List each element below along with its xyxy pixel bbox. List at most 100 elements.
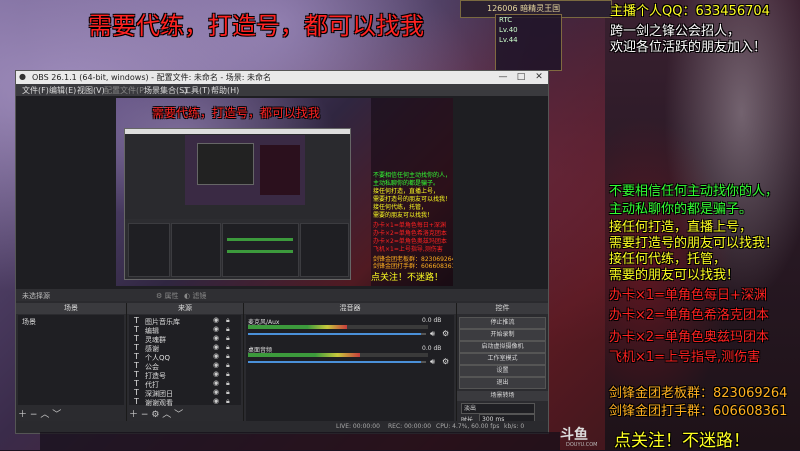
- nested-obs-window: [124, 128, 351, 280]
- source-row[interactable]: T 深渊团日 ◉ 🔒︎: [131, 388, 241, 398]
- obs-titlebar[interactable]: ● OBS 26.1.1 (64-bit, windows) - 配置文件: 未…: [16, 71, 548, 84]
- text-source-icon: T: [134, 325, 139, 334]
- minimize-icon[interactable]: —: [494, 71, 512, 84]
- source-row[interactable]: T 公会 ◉ 🔒︎: [131, 361, 241, 371]
- nested-text-panel: [260, 145, 300, 195]
- audio-meter-level: [248, 325, 347, 329]
- eye-icon[interactable]: ◉: [213, 388, 219, 396]
- volume-slider[interactable]: [248, 361, 426, 363]
- properties-button[interactable]: ⚙ 属性: [156, 291, 179, 301]
- eye-icon[interactable]: ◉: [213, 361, 219, 369]
- exit-button[interactable]: 退出: [459, 377, 546, 389]
- close-icon[interactable]: ✕: [530, 71, 548, 84]
- text-source-icon: T: [134, 397, 139, 406]
- move-down-icon[interactable]: ﹀: [174, 410, 183, 420]
- menu-profile[interactable]: 配置文件(P): [104, 85, 147, 96]
- text-source-icon: T: [134, 343, 139, 352]
- remove-icon[interactable]: −: [30, 410, 38, 420]
- nested-titlebar: [125, 129, 350, 134]
- guild-welcome: 欢迎各位活跃的朋友加入！: [610, 40, 767, 55]
- obs-menubar: 文件(F) 编辑(E) 视图(V) 配置文件(P) 场景集合(S) 工具(T) …: [16, 84, 548, 96]
- source-row[interactable]: T 代打 ◉ 🔒︎: [131, 379, 241, 389]
- scene-item[interactable]: 场景: [22, 317, 36, 327]
- obs-window[interactable]: ● OBS 26.1.1 (64-bit, windows) - 配置文件: 未…: [15, 70, 549, 434]
- source-toolbar: [16, 289, 548, 301]
- rec-timer: REC: 00:00:00: [388, 423, 432, 430]
- remove-icon[interactable]: −: [141, 410, 149, 420]
- lock-icon[interactable]: 🔒︎: [226, 343, 230, 352]
- menu-tools[interactable]: 工具(T): [183, 85, 210, 96]
- lock-icon[interactable]: 🔒︎: [226, 325, 230, 334]
- sources-dock: 来源 T 图片音乐库 ◉ 🔒︎ T 编辑 ◉ 🔒︎ T 灵魂群 ◉ 🔒︎ T 感谢 ◉ 🔒︎ T 个人QQ…: [127, 303, 244, 433]
- preview-canvas[interactable]: 需要代练，打造号，都可以找我 不要相信任何主动找你的人， 主动私聊你的都是骗子。…: [116, 98, 453, 286]
- preview-area[interactable]: 需要代练，打造号，都可以找我 不要相信任何主动找你的人， 主动私聊你的都是骗子。…: [16, 96, 548, 289]
- eye-icon[interactable]: ◉: [213, 325, 219, 333]
- source-row[interactable]: T 感谢 ◉ 🔒︎: [131, 343, 241, 353]
- menu-help[interactable]: 帮助(H): [211, 85, 239, 96]
- eye-icon[interactable]: ◉: [213, 379, 219, 387]
- eye-icon[interactable]: ◉: [213, 316, 219, 324]
- text-source-icon: T: [134, 316, 139, 325]
- sources-footer: ＋ − ⚙ ︿ ﹀: [129, 407, 183, 421]
- source-row[interactable]: T 打造号 ◉ 🔒︎: [131, 370, 241, 380]
- gear-icon[interactable]: ⚙: [442, 357, 449, 366]
- start-recording-button[interactable]: 开始录制: [459, 329, 546, 341]
- source-row[interactable]: T 灵魂群 ◉ 🔒︎: [131, 334, 241, 344]
- move-up-icon[interactable]: ︿: [162, 410, 171, 420]
- lock-icon[interactable]: 🔒︎: [226, 352, 230, 361]
- text-source-icon: T: [134, 379, 139, 388]
- move-up-icon[interactable]: ︿: [40, 410, 49, 420]
- nested-sources-dock: [171, 223, 221, 277]
- volume-slider[interactable]: [248, 333, 426, 335]
- add-icon[interactable]: ＋: [129, 410, 138, 420]
- sources-list[interactable]: T 图片音乐库 ◉ 🔒︎ T 编辑 ◉ 🔒︎ T 灵魂群 ◉ 🔒︎ T 感谢 ◉ 🔒︎ T 个人QQ ◉ 🔒︎…: [129, 315, 241, 407]
- menu-edit[interactable]: 编辑(E): [49, 85, 76, 96]
- eye-icon[interactable]: ◉: [213, 334, 219, 342]
- stop-streaming-button[interactable]: 停止推流: [459, 317, 546, 329]
- transitions-title: 场景转场: [457, 391, 548, 401]
- filters-button[interactable]: ◐ 滤镜: [184, 291, 206, 301]
- filter-icon: ◐: [184, 292, 191, 300]
- obs-app-icon: ●: [19, 72, 26, 81]
- add-icon[interactable]: ＋: [18, 410, 27, 420]
- virtual-camera-button[interactable]: 启动虚拟摄像机: [459, 341, 546, 353]
- menu-scene-collection[interactable]: 场景集合(S): [144, 85, 187, 96]
- settings-button[interactable]: 设置: [459, 365, 546, 377]
- lock-icon[interactable]: 🔒︎: [226, 397, 230, 406]
- no-source-label: 未选择源: [22, 292, 50, 300]
- speaker-icon[interactable]: 🔊︎: [430, 357, 435, 367]
- source-row[interactable]: T 谢谢观看 ◉ 🔒︎: [131, 397, 241, 407]
- service-line: 接任何代练，托管，: [609, 252, 727, 267]
- lock-icon[interactable]: 🔒︎: [226, 361, 230, 370]
- game-status-box: RTC Lv.40 Lv.44: [495, 14, 562, 71]
- studio-mode-button[interactable]: 工作室模式: [459, 353, 546, 365]
- menu-file[interactable]: 文件(F): [22, 85, 49, 96]
- eye-icon[interactable]: ◉: [213, 370, 219, 378]
- lock-icon[interactable]: 🔒︎: [226, 388, 230, 397]
- preview-text-line: 需要打造号的朋友可以找我！: [373, 196, 452, 203]
- source-row[interactable]: T 个人QQ ◉ 🔒︎: [131, 352, 241, 362]
- volume-slider-fill: [248, 333, 421, 335]
- eye-icon[interactable]: ◉: [213, 397, 219, 405]
- speaker-icon[interactable]: 🔊︎: [430, 329, 435, 339]
- nested-scenes-dock: [128, 223, 170, 277]
- transition-select[interactable]: 淡出: [461, 403, 535, 414]
- obs-window-title: OBS 26.1.1 (64-bit, windows) - 配置文件: 未命名…: [32, 73, 272, 82]
- eye-icon[interactable]: ◉: [213, 352, 219, 360]
- gear-icon[interactable]: ⚙: [151, 410, 159, 420]
- nested-preview: [185, 135, 305, 205]
- move-down-icon[interactable]: ﹀: [52, 410, 61, 420]
- lock-icon[interactable]: 🔒︎: [226, 316, 230, 325]
- lock-icon[interactable]: 🔒︎: [226, 370, 230, 379]
- gear-icon[interactable]: ⚙: [442, 329, 449, 338]
- source-row[interactable]: T 图片音乐库 ◉ 🔒︎: [131, 316, 241, 326]
- live-timer: LIVE: 00:00:00: [336, 423, 380, 430]
- menu-view[interactable]: 视图(V): [77, 85, 105, 96]
- sources-dock-title: 来源: [127, 303, 243, 314]
- lock-icon[interactable]: 🔒︎: [226, 334, 230, 343]
- eye-icon[interactable]: ◉: [213, 343, 219, 351]
- maximize-icon[interactable]: □: [512, 71, 530, 84]
- scenes-list[interactable]: 场景: [18, 315, 124, 405]
- lock-icon[interactable]: 🔒︎: [226, 379, 230, 388]
- source-row[interactable]: T 编辑 ◉ 🔒︎: [131, 325, 241, 335]
